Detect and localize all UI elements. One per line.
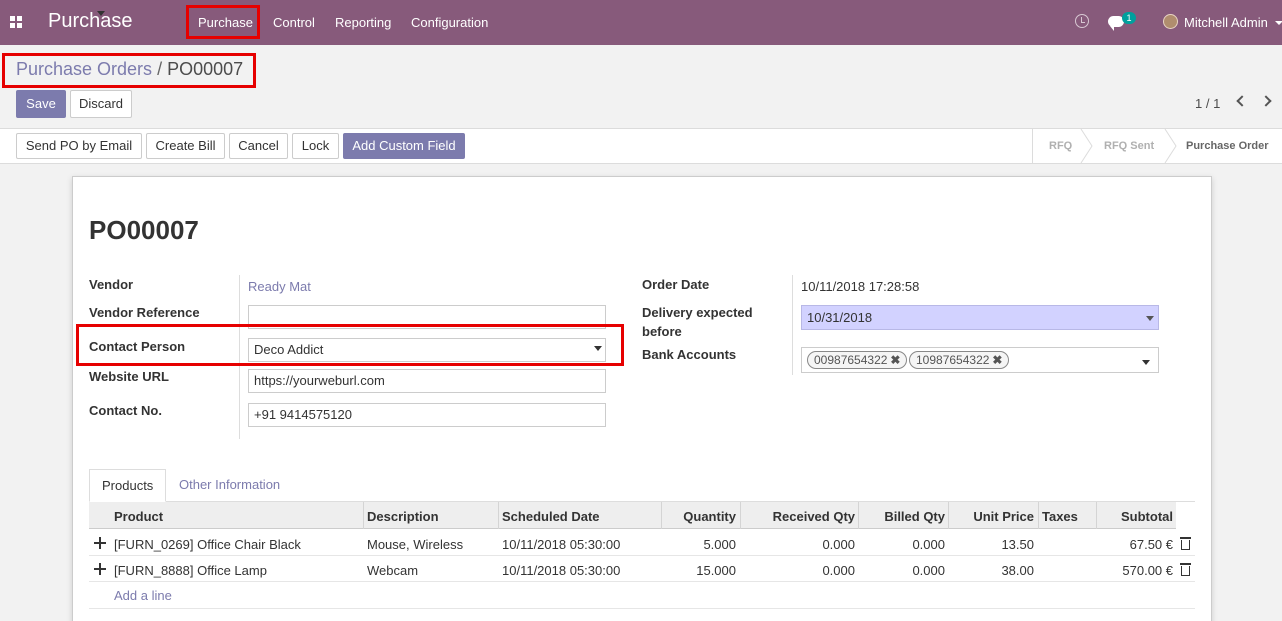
cell-scheduled-date[interactable]: 10/11/2018 05:30:00	[502, 537, 620, 552]
tab-other-information[interactable]: Other Information	[167, 469, 292, 502]
column-quantity[interactable]: Quantity	[662, 509, 736, 524]
caret-down-icon[interactable]	[1142, 360, 1150, 365]
sort-caret-icon[interactable]	[97, 11, 105, 16]
cell-received-qty: 0.000	[822, 537, 855, 552]
cell-description[interactable]: Webcam	[367, 563, 418, 578]
menu-reporting[interactable]: Reporting	[335, 15, 391, 30]
cell-billed-qty: 0.000	[912, 537, 945, 552]
statusbar: Send PO by Email Create Bill Cancel Lock…	[0, 129, 1282, 164]
cell-unit-price[interactable]: 13.50	[950, 537, 1034, 552]
app-name: Purchase	[48, 10, 133, 32]
bank-tag-label: 00987654322	[814, 353, 888, 367]
bank-accounts-field[interactable]: 00987654322 ✖ 10987654322 ✖	[801, 347, 1159, 373]
stage-separator	[1164, 129, 1177, 163]
cell-scheduled-date[interactable]: 10/11/2018 05:30:00	[502, 563, 620, 578]
highlight-box-menu	[186, 5, 260, 39]
stage-bar: RFQ RFQ Sent Purchase Order	[1032, 129, 1282, 163]
field-divider	[792, 275, 793, 375]
caret-down-icon[interactable]	[1146, 316, 1154, 321]
tag-remove-icon[interactable]: ✖	[890, 353, 900, 367]
stage-purchase-order[interactable]: Purchase Order	[1186, 140, 1269, 152]
caret-down-icon[interactable]	[1275, 21, 1282, 25]
cell-quantity[interactable]: 5.000	[662, 537, 736, 552]
drag-handle-icon[interactable]	[94, 537, 106, 549]
stage-rfq[interactable]: RFQ	[1049, 140, 1072, 152]
contact-no-label: Contact No.	[89, 403, 162, 418]
highlight-box-breadcrumb	[2, 53, 256, 88]
lock-button[interactable]: Lock	[292, 133, 339, 159]
vendor-label: Vendor	[89, 277, 134, 292]
cell-subtotal: 570.00 €	[1122, 563, 1173, 578]
bank-tag: 00987654322 ✖	[807, 351, 908, 369]
cell-subtotal: 67.50 €	[1129, 537, 1173, 552]
column-unit-price[interactable]: Unit Price	[950, 509, 1034, 524]
order-date-label: Order Date	[642, 277, 710, 292]
delivery-date-input[interactable]: 10/31/2018	[801, 305, 1159, 330]
cell-unit-price[interactable]: 38.00	[950, 563, 1034, 578]
chat-count-badge: 1	[1122, 12, 1136, 24]
delivery-label-line2: before	[642, 324, 682, 339]
save-button[interactable]: Save	[16, 90, 66, 118]
bank-tag-label: 10987654322	[916, 353, 990, 367]
cell-product[interactable]: [FURN_0269] Office Chair Black	[114, 537, 301, 552]
delivery-label: Delivery expected	[642, 305, 753, 320]
bank-tag: 10987654322 ✖	[909, 351, 1010, 369]
drag-handle-icon[interactable]	[94, 563, 106, 575]
website-url-field[interactable]: https://yourweburl.com	[248, 369, 606, 393]
tag-remove-icon[interactable]: ✖	[992, 353, 1002, 367]
highlight-box-contact	[76, 324, 624, 366]
menu-configuration[interactable]: Configuration	[411, 15, 488, 30]
column-description[interactable]: Description	[367, 509, 439, 524]
cell-received-qty: 0.000	[822, 563, 855, 578]
column-received-qty[interactable]: Received Qty	[742, 509, 855, 524]
trash-icon[interactable]	[1180, 563, 1191, 576]
trash-icon[interactable]	[1180, 537, 1191, 550]
cell-product[interactable]: [FURN_8888] Office Lamp	[114, 563, 267, 578]
stage-rfq-sent[interactable]: RFQ Sent	[1104, 140, 1154, 152]
bank-accounts-label: Bank Accounts	[642, 347, 737, 362]
column-billed-qty[interactable]: Billed Qty	[860, 509, 945, 524]
stage-separator	[1080, 129, 1093, 163]
cell-quantity[interactable]: 15.000	[662, 563, 736, 578]
add-line-row	[89, 582, 1195, 609]
cell-billed-qty: 0.000	[912, 563, 945, 578]
vendor-value[interactable]: Ready Mat	[248, 279, 311, 294]
avatar[interactable]	[1163, 14, 1178, 29]
document-title: PO00007	[89, 215, 199, 245]
pager-value: 1 / 1	[1195, 96, 1221, 111]
chevron-left-icon[interactable]	[1236, 95, 1248, 107]
cancel-button[interactable]: Cancel	[229, 133, 288, 159]
column-taxes[interactable]: Taxes	[1042, 509, 1078, 524]
add-line-link[interactable]: Add a line	[114, 588, 172, 603]
column-scheduled-date[interactable]: Scheduled Date	[502, 509, 600, 524]
add-custom-field-button[interactable]: Add Custom Field	[343, 133, 465, 159]
vendor-reference-label: Vendor Reference	[89, 305, 200, 320]
column-product[interactable]: Product	[114, 509, 163, 524]
menu-control[interactable]: Control	[273, 15, 315, 30]
cell-description[interactable]: Mouse, Wireless	[367, 537, 463, 552]
discard-button[interactable]: Discard	[70, 90, 132, 118]
send-po-email-button[interactable]: Send PO by Email	[16, 133, 142, 159]
apps-menu-icon[interactable]	[10, 16, 22, 28]
create-bill-button[interactable]: Create Bill	[146, 133, 225, 159]
column-subtotal[interactable]: Subtotal	[1098, 509, 1173, 524]
order-date-value: 10/11/2018 17:28:58	[801, 279, 920, 294]
contact-no-field[interactable]: +91 9414575120	[248, 403, 606, 427]
activity-clock-icon[interactable]	[1075, 14, 1089, 28]
website-url-label: Website URL	[89, 369, 169, 384]
tab-products[interactable]: Products	[89, 469, 167, 502]
user-menu[interactable]: Mitchell Admin	[1184, 15, 1268, 30]
chevron-right-icon[interactable]	[1260, 95, 1272, 107]
